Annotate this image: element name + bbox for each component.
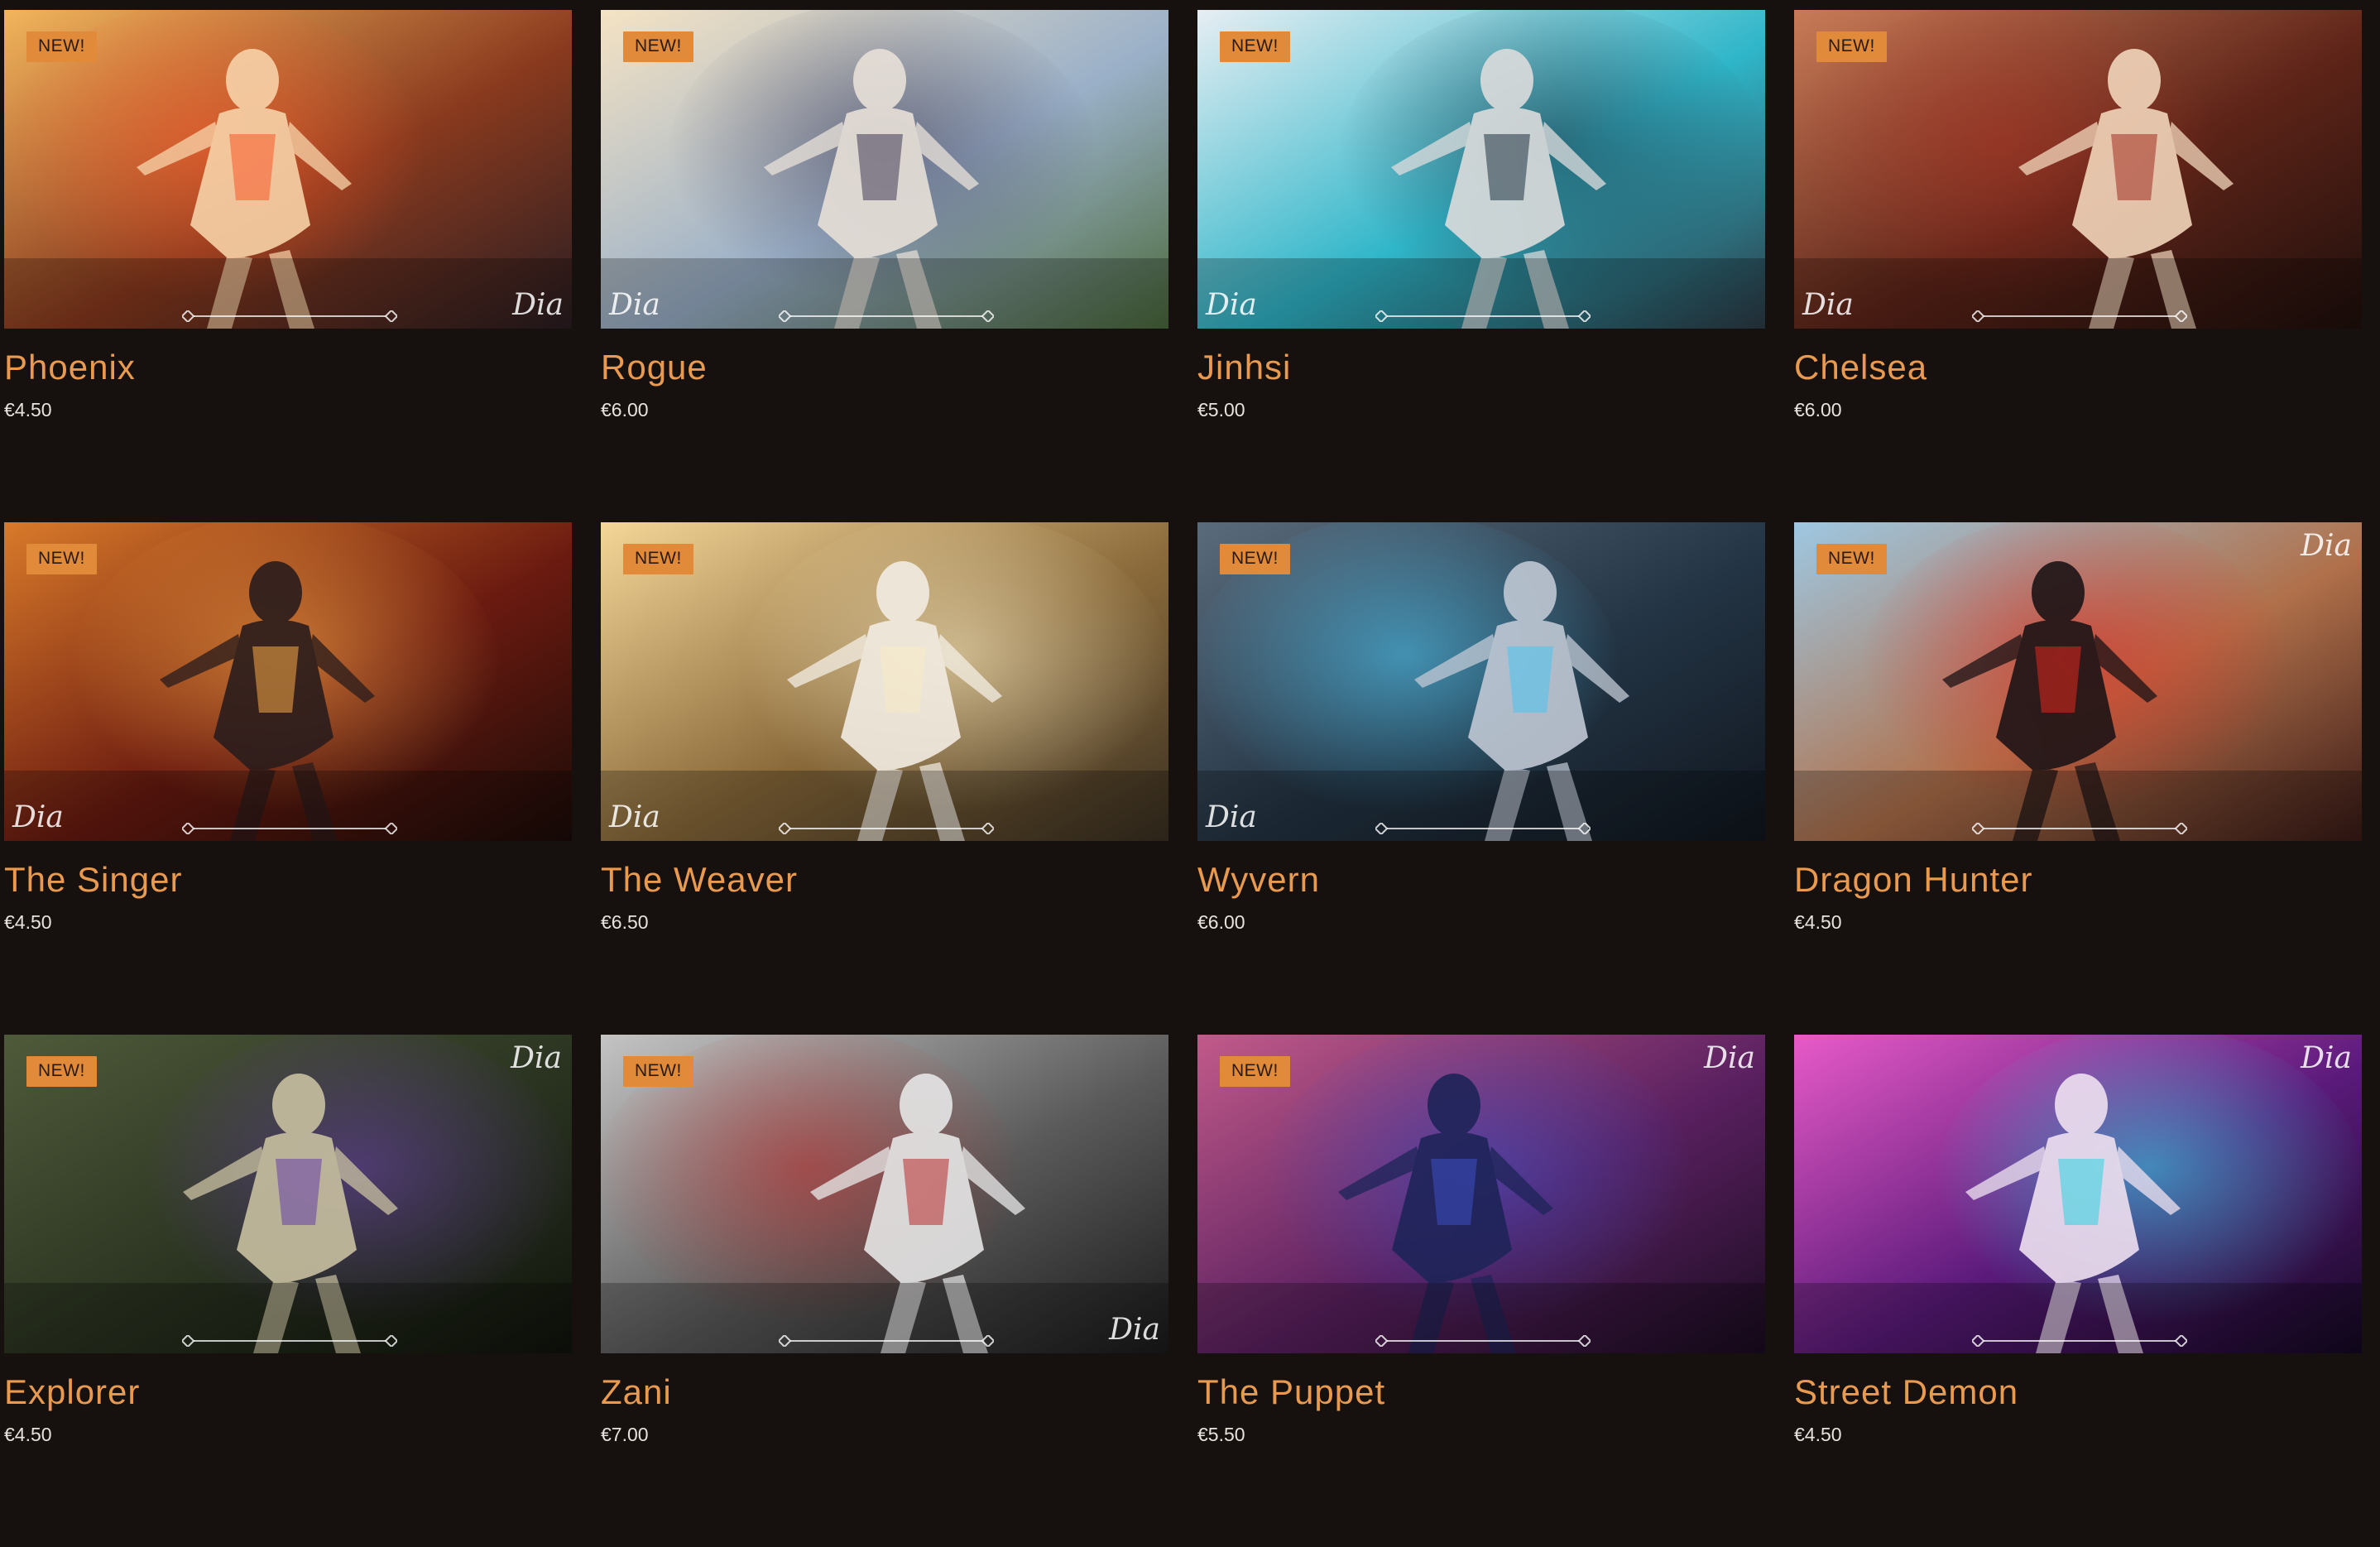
new-badge: NEW! <box>623 1056 693 1087</box>
new-badge: NEW! <box>1220 31 1290 62</box>
product-card[interactable]: NEW! Dia The Weaver €6.50 <box>601 522 1168 1035</box>
product-title[interactable]: Jinhsi <box>1197 350 1765 385</box>
new-badge: NEW! <box>623 544 693 574</box>
product-card[interactable]: NEW! Dia The Singer €4.50 <box>4 522 572 1035</box>
watermark-ornament <box>779 1335 994 1347</box>
watermark-ornament <box>1375 823 1591 834</box>
product-card[interactable]: NEW! Dia Wyvern €6.00 <box>1197 522 1765 1035</box>
product-image[interactable]: NEW! Dia <box>601 1035 1168 1353</box>
artist-signature: Dia <box>1704 1041 1755 1075</box>
new-badge: NEW! <box>1816 31 1887 62</box>
product-price: €5.00 <box>1197 399 1245 420</box>
watermark-ornament <box>182 310 397 322</box>
product-card[interactable]: NEW! Dia Explorer €4.50 <box>4 1035 572 1547</box>
product-card[interactable]: NEW! Dia The Puppet €5.50 <box>1197 1035 1765 1547</box>
artist-signature: Dia <box>609 800 660 834</box>
product-title[interactable]: Chelsea <box>1794 350 2362 385</box>
product-card[interactable]: NEW! Dia Chelsea €6.00 <box>1794 10 2362 522</box>
artist-signature: Dia <box>1802 288 1854 322</box>
product-grid: NEW! Dia Phoenix €4.50 NEW! Dia Rogue €6.00 <box>4 10 2376 1547</box>
product-title[interactable]: Explorer <box>4 1375 572 1410</box>
product-card[interactable]: NEW! Dia Zani €7.00 <box>601 1035 1168 1547</box>
product-title[interactable]: The Singer <box>4 862 572 897</box>
artist-signature: Dia <box>511 1041 562 1075</box>
product-title[interactable]: Wyvern <box>1197 862 1765 897</box>
product-price: €6.00 <box>1794 399 1842 420</box>
product-title[interactable]: The Puppet <box>1197 1375 1765 1410</box>
product-image[interactable]: NEW! Dia <box>4 522 572 841</box>
product-price: €4.50 <box>4 1424 52 1445</box>
product-title[interactable]: Zani <box>601 1375 1168 1410</box>
product-image[interactable]: NEW! Dia <box>4 10 572 329</box>
new-badge: NEW! <box>1220 1056 1290 1087</box>
product-card[interactable]: NEW! Dia Phoenix €4.50 <box>4 10 572 522</box>
product-image[interactable]: NEW! Dia <box>1197 1035 1765 1353</box>
product-title[interactable]: Phoenix <box>4 350 572 385</box>
product-title[interactable]: The Weaver <box>601 862 1168 897</box>
new-badge: NEW! <box>26 544 97 574</box>
watermark-ornament <box>1972 1335 2187 1347</box>
new-badge: NEW! <box>1816 544 1887 574</box>
new-badge: NEW! <box>26 31 97 62</box>
product-image[interactable]: NEW! Dia <box>4 1035 572 1353</box>
product-price: €4.50 <box>4 399 52 420</box>
artist-signature: Dia <box>2301 529 2352 563</box>
product-image[interactable]: NEW! Dia <box>601 10 1168 329</box>
watermark-ornament <box>182 1335 397 1347</box>
product-card[interactable]: NEW! Dia Rogue €6.00 <box>601 10 1168 522</box>
product-title[interactable]: Dragon Hunter <box>1794 862 2362 897</box>
artist-signature: Dia <box>1206 288 1257 322</box>
product-price: €4.50 <box>1794 911 1842 933</box>
watermark-ornament <box>182 823 397 834</box>
product-card[interactable]: NEW! Dia Dragon Hunter €4.50 <box>1794 522 2362 1035</box>
artist-signature: Dia <box>512 288 564 322</box>
product-price: €4.50 <box>1794 1424 1842 1445</box>
product-price: €6.50 <box>601 911 649 933</box>
product-image[interactable]: NEW! Dia <box>601 522 1168 841</box>
watermark-ornament <box>1972 310 2187 322</box>
product-title[interactable]: Street Demon <box>1794 1375 2362 1410</box>
product-title[interactable]: Rogue <box>601 350 1168 385</box>
product-image[interactable]: NEW! Dia <box>1794 522 2362 841</box>
product-price: €5.50 <box>1197 1424 1245 1445</box>
product-price: €7.00 <box>601 1424 649 1445</box>
product-image[interactable]: NEW! Dia <box>1197 10 1765 329</box>
new-badge: NEW! <box>623 31 693 62</box>
artist-signature: Dia <box>1206 800 1257 834</box>
watermark-ornament <box>779 823 994 834</box>
watermark-ornament <box>1375 310 1591 322</box>
product-price: €4.50 <box>4 911 52 933</box>
product-price: €6.00 <box>1197 911 1245 933</box>
watermark-ornament <box>1375 1335 1591 1347</box>
watermark-ornament <box>1972 823 2187 834</box>
product-card[interactable]: NEW! Dia Jinhsi €5.00 <box>1197 10 1765 522</box>
new-badge: NEW! <box>1220 544 1290 574</box>
product-image[interactable]: Dia <box>1794 1035 2362 1353</box>
product-price: €6.00 <box>601 399 649 420</box>
product-image[interactable]: NEW! Dia <box>1197 522 1765 841</box>
watermark-ornament <box>779 310 994 322</box>
new-badge: NEW! <box>26 1056 97 1087</box>
artist-signature: Dia <box>609 288 660 322</box>
product-artwork <box>1794 1035 2362 1353</box>
artist-signature: Dia <box>2301 1041 2352 1075</box>
product-image[interactable]: NEW! Dia <box>1794 10 2362 329</box>
artist-signature: Dia <box>1109 1313 1160 1347</box>
product-card[interactable]: Dia Street Demon €4.50 <box>1794 1035 2362 1547</box>
artist-signature: Dia <box>12 800 64 834</box>
